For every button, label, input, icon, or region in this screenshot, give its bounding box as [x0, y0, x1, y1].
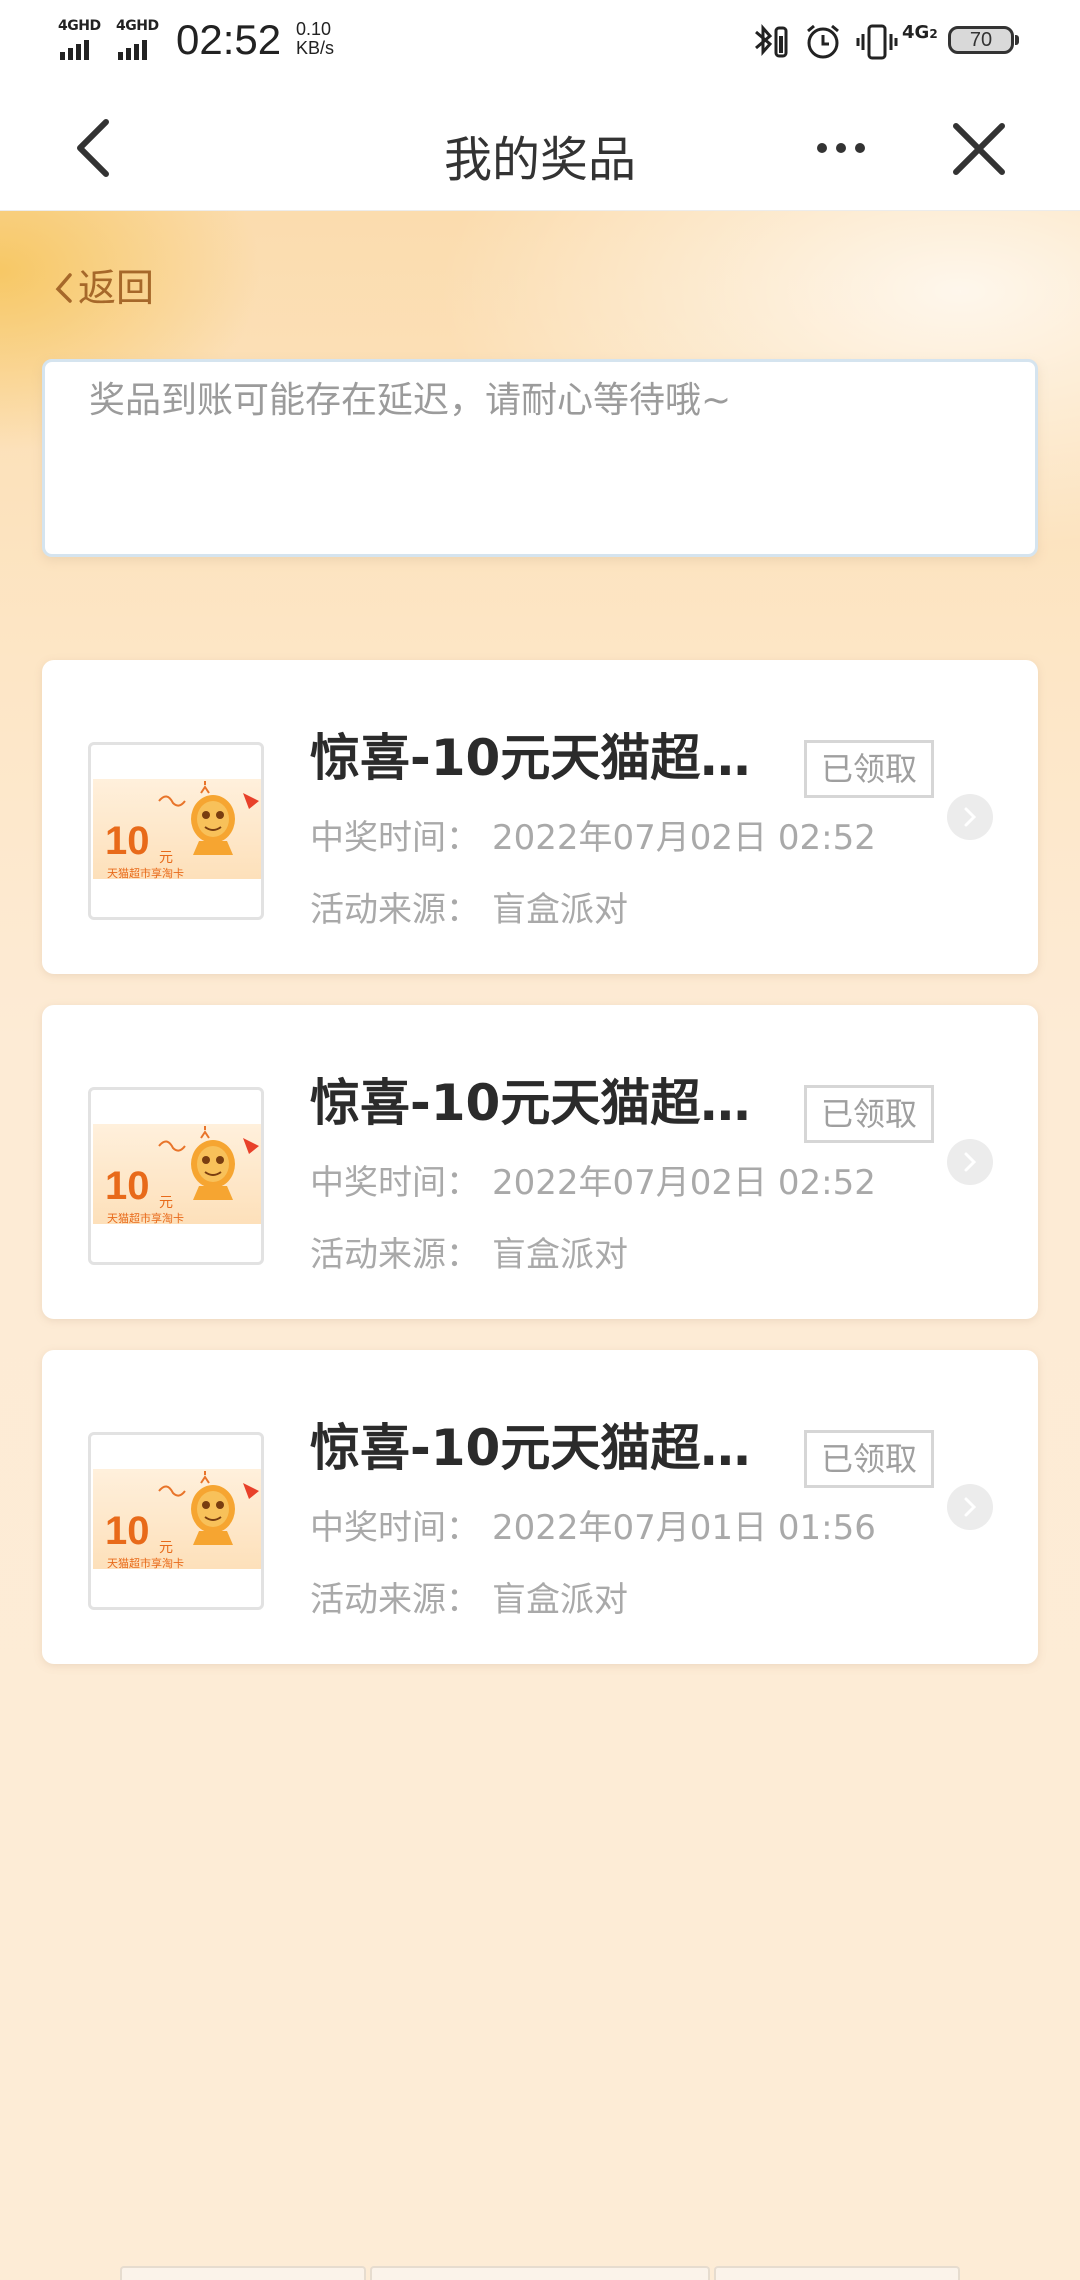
prize-card[interactable]: 10 元 天猫超市享淘卡 惊喜-10元天猫超市享淘卡 已领取 中奖时间： 2022… — [42, 660, 1038, 974]
status-badge: 已领取 — [804, 1430, 934, 1488]
status-badge: 已领取 — [804, 740, 934, 798]
chevron-left-icon — [55, 272, 72, 303]
network-4g-sub: 2 — [929, 27, 938, 41]
prize-title: 惊喜-10元天猫超市享淘卡 — [310, 1419, 770, 1477]
coupon-unit: 元 — [159, 850, 173, 866]
time-label: 中奖时间： — [310, 1163, 480, 1203]
bottom-tab[interactable] — [714, 2266, 960, 2280]
battery-indicator: 70 — [948, 26, 1019, 54]
detail-chevron-button[interactable] — [947, 1484, 993, 1530]
nav-bar: 我的奖品 — [0, 84, 1080, 211]
source-label: 活动来源： — [310, 1580, 480, 1620]
time-value: 2022年07月02日 02:52 — [492, 818, 876, 858]
signal-icon: 4GHD — [58, 18, 106, 60]
content-area: 返回 奖品到账可能存在延迟，请耐心等待哦~ 10 元 天猫超市享淘卡 惊喜-10… — [0, 211, 1080, 2280]
more-icon[interactable] — [808, 128, 878, 168]
alarm-icon — [807, 24, 839, 59]
coupon-unit: 元 — [159, 1540, 173, 1556]
prize-thumbnail: 10 元 天猫超市享淘卡 — [88, 1432, 264, 1610]
source-value: 盲盒派对 — [492, 1580, 628, 1620]
time-value: 2022年07月02日 02:52 — [492, 1163, 876, 1203]
prize-time-row: 中奖时间： 2022年07月01日 01:56 — [310, 1500, 876, 1549]
coupon-amount: 10 — [105, 1509, 150, 1553]
speed-unit: KB/s — [296, 38, 335, 58]
coupon-caption: 天猫超市享淘卡 — [107, 1557, 184, 1570]
prize-source-row: 活动来源： 盲盒派对 — [310, 1227, 628, 1276]
coupon-amount: 10 — [105, 819, 150, 863]
detail-chevron-button[interactable] — [947, 794, 993, 840]
back-link-label: 返回 — [78, 266, 155, 310]
prize-card[interactable]: 10 元 天猫超市享淘卡 惊喜-10元天猫超市享淘卡 已领取 中奖时间： 2022… — [42, 1005, 1038, 1319]
source-label: 活动来源： — [310, 890, 480, 930]
prize-time-row: 中奖时间： 2022年07月02日 02:52 — [310, 1155, 876, 1204]
coupon-card-image: 10 元 天猫超市享淘卡 — [93, 1469, 261, 1570]
chevron-right-icon — [964, 1152, 977, 1172]
prize-title: 惊喜-10元天猫超市享淘卡 — [310, 1074, 770, 1132]
time-label: 中奖时间： — [310, 818, 480, 858]
network-4g-label: 4G — [902, 22, 930, 43]
chevron-right-icon — [964, 807, 977, 827]
prize-thumbnail: 10 元 天猫超市享淘卡 — [88, 1087, 264, 1265]
prize-card[interactable]: 10 元 天猫超市享淘卡 惊喜-10元天猫超市享淘卡 已领取 中奖时间： 2022… — [42, 1350, 1038, 1664]
detail-chevron-button[interactable] — [947, 1139, 993, 1185]
signal-icon: 4GHD — [116, 18, 164, 60]
prize-title: 惊喜-10元天猫超市享淘卡 — [310, 729, 770, 787]
status-badge: 已领取 — [804, 1085, 934, 1143]
bottom-tab[interactable] — [120, 2266, 366, 2280]
speed-value: 0.10 — [296, 19, 332, 39]
chevron-right-icon — [964, 1497, 977, 1517]
network-type: 4GHD — [116, 18, 159, 34]
network-speed: 0.10 KB/s — [296, 20, 334, 58]
network-type: 4GHD — [58, 18, 101, 34]
time-label: 中奖时间： — [310, 1508, 480, 1548]
close-icon[interactable] — [948, 118, 1010, 180]
vibrate-icon — [856, 24, 898, 60]
prize-time-row: 中奖时间： 2022年07月02日 02:52 — [310, 810, 876, 859]
status-bar: 4GHD 4GHD 02:52 0.10 KB/s 4G2 70 — [0, 0, 1080, 84]
delay-notice: 奖品到账可能存在延迟，请耐心等待哦~ — [42, 359, 1038, 557]
bottom-tab[interactable] — [370, 2266, 710, 2280]
bluetooth-icon — [755, 24, 788, 58]
time-value: 2022年07月01日 01:56 — [492, 1508, 876, 1548]
prize-thumbnail: 10 元 天猫超市享淘卡 — [88, 742, 264, 920]
coupon-card-image: 10 元 天猫超市享淘卡 — [93, 1124, 261, 1225]
source-label: 活动来源： — [310, 1235, 480, 1275]
source-value: 盲盒派对 — [492, 890, 628, 930]
coupon-card-image: 10 元 天猫超市享淘卡 — [93, 779, 261, 880]
coupon-unit: 元 — [159, 1195, 173, 1211]
back-link[interactable]: 返回 — [52, 257, 154, 312]
page-title: 我的奖品 — [443, 132, 636, 188]
source-value: 盲盒派对 — [492, 1235, 628, 1275]
coupon-caption: 天猫超市享淘卡 — [107, 867, 184, 880]
status-time: 02:52 — [176, 16, 282, 63]
coupon-caption: 天猫超市享淘卡 — [107, 1212, 184, 1225]
coupon-amount: 10 — [105, 1164, 150, 1208]
prize-source-row: 活动来源： 盲盒派对 — [310, 1572, 628, 1621]
prize-source-row: 活动来源： 盲盒派对 — [310, 882, 628, 931]
network-4g-icon: 4G2 — [902, 22, 938, 43]
